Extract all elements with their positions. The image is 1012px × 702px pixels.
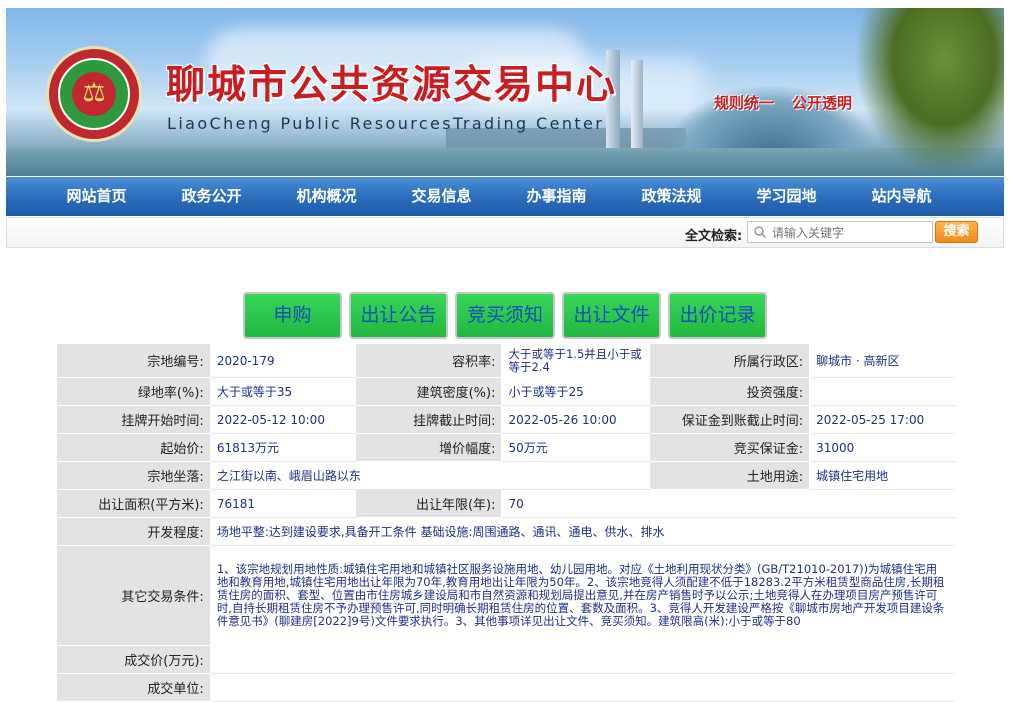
bidding-instructions-button[interactable]: 竞买须知 — [455, 292, 555, 339]
search-button[interactable]: 搜索 — [935, 221, 978, 243]
header-banner: ⚖ 聊城市公共资源交易中心 LiaoCheng Public Resources… — [6, 8, 1004, 176]
table-row: 宗地编号: 2020-179 容积率: 大于或等于1.5并且小于或等于2.4 所… — [56, 343, 955, 378]
density-label: 建筑密度(%): — [354, 377, 503, 406]
nav-item-guide[interactable]: 办事指南 — [499, 177, 614, 216]
term-value: 70 — [501, 489, 651, 518]
conditions-value: 1、该宗地规划用地性质:城镇住宅用地和城镇社区服务设施用地、幼儿园用地。对应《土… — [209, 545, 956, 646]
parcel-no-value: 2020-179 — [209, 343, 356, 378]
search-bar: 全文检索: 搜索 — [6, 217, 1004, 248]
listing-end-label: 挂牌截止时间: — [354, 405, 503, 434]
increment-label: 增价幅度: — [354, 433, 503, 462]
listing-end-value: 2022-05-26 10:00 — [501, 405, 651, 434]
main-nav: 网站首页 政务公开 机构概况 交易信息 办事指南 政策法规 学习园地 站内导航 — [6, 177, 1004, 216]
logo-inner: ⚖ — [72, 72, 116, 116]
transfer-documents-button[interactable]: 出让文件 — [562, 292, 661, 339]
start-price-label: 起始价: — [56, 433, 211, 462]
deal-unit-value — [209, 673, 956, 702]
empty-cell — [649, 489, 955, 518]
search-box[interactable] — [747, 221, 934, 243]
logo-seal: ⚖ — [46, 46, 142, 142]
scales-icon: ⚖ — [82, 78, 106, 108]
far-label: 容积率: — [354, 343, 503, 378]
conditions-label: 其它交易条件: — [56, 545, 211, 646]
nav-item-government-affairs[interactable]: 政务公开 — [154, 177, 269, 216]
search-icon — [754, 226, 767, 239]
increment-value: 50万元 — [501, 433, 651, 462]
listing-start-label: 挂牌开始时间: — [56, 405, 211, 434]
investment-value — [809, 377, 955, 406]
nav-item-organization[interactable]: 机构概况 — [269, 177, 384, 216]
deposit-deadline-label: 保证金到账截止时间: — [649, 405, 811, 434]
far-value: 大于或等于1.5并且小于或等于2.4 — [501, 343, 651, 378]
logo-ring: ⚖ — [58, 58, 130, 130]
bid-records-button[interactable]: 出价记录 — [668, 292, 767, 339]
nav-item-learning[interactable]: 学习园地 — [729, 177, 844, 216]
bid-deposit-value: 31000 — [809, 433, 955, 462]
location-label: 宗地坐落: — [56, 461, 211, 490]
slogan: 规则统一 公开透明 — [714, 92, 870, 113]
site-subtitle: LiaoCheng Public ResourcesTrading Center — [167, 114, 605, 133]
table-row: 起始价: 61813万元 增价幅度: 50万元 竞买保证金: 31000 — [56, 433, 955, 462]
table-row: 宗地坐落: 之江街以南、峨眉山路以东 土地用途: 城镇住宅用地 — [56, 461, 955, 490]
table-row: 其它交易条件: 1、该宗地规划用地性质:城镇住宅用地和城镇社区服务设施用地、幼儿… — [56, 545, 956, 646]
tree-decoration — [854, 8, 1004, 176]
nav-item-sitemap[interactable]: 站内导航 — [844, 177, 959, 216]
area-value: 76181 — [209, 489, 356, 518]
land-use-label: 土地用途: — [649, 461, 811, 490]
start-price-value: 61813万元 — [209, 433, 356, 462]
nav-item-policy[interactable]: 政策法规 — [614, 177, 729, 216]
listing-start-value: 2022-05-12 10:00 — [209, 405, 356, 434]
term-label: 出让年限(年): — [354, 489, 503, 518]
deal-price-value — [209, 645, 956, 674]
land-use-value: 城镇住宅用地 — [809, 461, 955, 490]
nav-item-home[interactable]: 网站首页 — [39, 177, 154, 216]
transfer-notice-button[interactable]: 出让公告 — [349, 292, 448, 339]
development-label: 开发程度: — [56, 517, 211, 546]
search-label: 全文检索: — [685, 229, 743, 244]
bid-deposit-label: 竞买保证金: — [649, 433, 811, 462]
location-value: 之江街以南、峨眉山路以东 — [209, 461, 651, 490]
site-title: 聊城市公共资源交易中心 — [166, 62, 618, 108]
nav-item-trading-info[interactable]: 交易信息 — [384, 177, 499, 216]
district-label: 所属行政区: — [649, 343, 811, 378]
table-row: 成交单位: — [56, 673, 956, 702]
table-row: 开发程度: 场地平整:达到建设要求,具备开工条件 基础设施:周围通路、通讯、通电… — [56, 517, 956, 546]
district-value: 聊城市 · 高新区 — [809, 343, 955, 378]
area-label: 出让面积(平方米): — [56, 489, 211, 518]
deposit-deadline-value: 2022-05-25 17:00 — [809, 405, 955, 434]
development-value: 场地平整:达到建设要求,具备开工条件 基础设施:周围通路、通讯、通电、供水、排水 — [209, 517, 956, 546]
table-row: 出让面积(平方米): 76181 出让年限(年): 70 — [56, 489, 955, 518]
slogan-text: 公开透明 — [792, 94, 853, 112]
deal-unit-label: 成交单位: — [56, 673, 211, 702]
tower-decoration — [631, 60, 643, 150]
deal-price-label: 成交价(万元): — [56, 645, 211, 674]
parcel-no-label: 宗地编号: — [56, 343, 211, 378]
green-ratio-value: 大于或等于35 — [209, 377, 356, 406]
table-row: 绿地率(%): 大于或等于35 建筑密度(%): 小于或等于25 投资强度: — [56, 377, 955, 406]
investment-label: 投资强度: — [649, 377, 811, 406]
table-row: 挂牌开始时间: 2022-05-12 10:00 挂牌截止时间: 2022-05… — [56, 405, 955, 434]
density-value: 小于或等于25 — [501, 377, 651, 406]
apply-button[interactable]: 申购 — [243, 292, 342, 339]
slogan-text: 规则统一 — [714, 94, 775, 112]
table-row: 成交价(万元): — [56, 645, 956, 674]
search-input[interactable] — [770, 223, 934, 243]
green-ratio-label: 绿地率(%): — [56, 377, 211, 406]
parcel-detail-table: 宗地编号: 2020-179 容积率: 大于或等于1.5并且小于或等于2.4 所… — [56, 343, 956, 702]
